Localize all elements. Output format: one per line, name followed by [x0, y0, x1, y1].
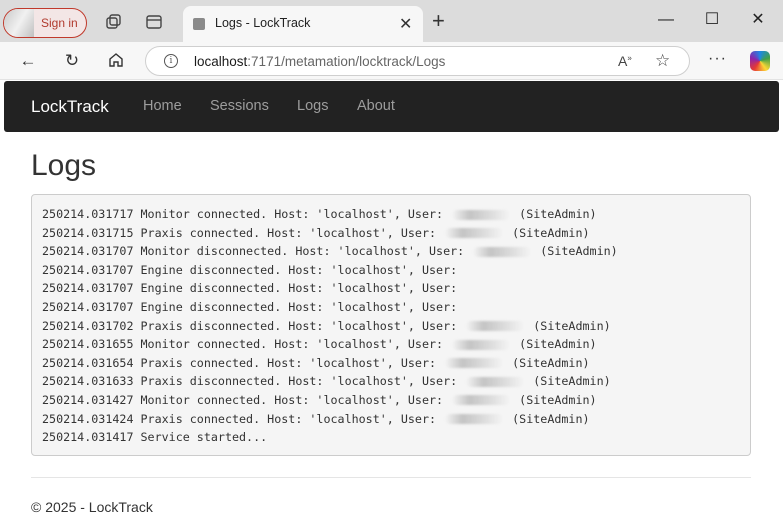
- copilot-icon[interactable]: [750, 51, 770, 71]
- vertical-tabs-icon[interactable]: [145, 13, 163, 31]
- log-line: 250214.031707 Engine disconnected. Host:…: [42, 261, 750, 280]
- window-close-icon[interactable]: ✕: [748, 10, 768, 30]
- redacted-username: [445, 358, 504, 369]
- log-line-role: (SiteAdmin): [512, 392, 597, 407]
- redacted-username: [473, 246, 532, 257]
- redacted-username: [452, 395, 511, 406]
- log-line-role: (SiteAdmin): [512, 337, 597, 352]
- log-line-text: 250214.031707 Engine disconnected. Host:…: [42, 262, 458, 277]
- log-line-text: 250214.031707 Engine disconnected. Host:…: [42, 281, 458, 296]
- redacted-username: [445, 414, 504, 425]
- log-line-role: (SiteAdmin): [526, 374, 611, 389]
- log-line-role: (SiteAdmin): [526, 318, 611, 333]
- tab-title: Logs - LockTrack: [215, 16, 311, 30]
- log-line: 250214.031707 Monitor disconnected. Host…: [42, 242, 750, 261]
- page-content: LockTrack Home Sessions Logs About Logs …: [4, 80, 779, 526]
- footer-divider: [31, 477, 751, 478]
- footer-text: © 2025 - LockTrack: [31, 499, 153, 515]
- minimize-icon[interactable]: —: [656, 10, 676, 30]
- log-line-role: (SiteAdmin): [505, 411, 590, 426]
- address-toolbar: ← ↻ i localhost:7171/metamation/locktrac…: [0, 42, 783, 80]
- log-line-text: 250214.031655 Monitor connected. Host: '…: [42, 337, 451, 352]
- log-line-role: (SiteAdmin): [505, 225, 590, 240]
- log-line-text: 250214.031424 Praxis connected. Host: 'l…: [42, 411, 444, 426]
- log-line-text: 250214.031633 Praxis disconnected. Host:…: [42, 374, 465, 389]
- log-line: 250214.031427 Monitor connected. Host: '…: [42, 391, 750, 410]
- redacted-username: [452, 209, 511, 220]
- log-output: 250214.031717 Monitor connected. Host: '…: [31, 194, 751, 456]
- log-line-text: 250214.031702 Praxis disconnected. Host:…: [42, 318, 465, 333]
- address-input[interactable]: i localhost:7171/metamation/locktrack/Lo…: [145, 46, 690, 76]
- log-line-text: 250214.031707 Monitor disconnected. Host…: [42, 244, 472, 259]
- url-text: localhost:7171/metamation/locktrack/Logs: [194, 54, 445, 69]
- log-line-text: 250214.031417 Service started...: [42, 430, 268, 445]
- back-icon[interactable]: ←: [18, 51, 38, 71]
- site-info-icon[interactable]: i: [164, 54, 178, 68]
- nav-logs[interactable]: Logs: [297, 98, 328, 114]
- redacted-username: [466, 321, 525, 332]
- signin-label: Sign in: [41, 16, 78, 30]
- browser-tab-strip: Sign in Logs - LockTrack ✕ + — ☐ ✕: [0, 0, 783, 42]
- log-line: 250214.031633 Praxis disconnected. Host:…: [42, 372, 750, 391]
- log-line: 250214.031707 Engine disconnected. Host:…: [42, 279, 750, 298]
- nav-about[interactable]: About: [357, 98, 395, 114]
- log-line-role: (SiteAdmin): [512, 207, 597, 221]
- log-line: 250214.031717 Monitor connected. Host: '…: [42, 205, 750, 224]
- site-navbar: LockTrack Home Sessions Logs About: [4, 81, 779, 132]
- log-line-role: (SiteAdmin): [505, 355, 590, 370]
- home-icon[interactable]: [106, 51, 126, 71]
- page-title: Logs: [31, 149, 97, 182]
- url-host: localhost: [194, 54, 248, 69]
- log-line: 250214.031655 Monitor connected. Host: '…: [42, 335, 750, 354]
- close-icon[interactable]: ✕: [399, 14, 412, 34]
- log-line: 250214.031417 Service started...: [42, 428, 750, 447]
- more-icon[interactable]: ···: [708, 50, 727, 68]
- new-tab-icon[interactable]: +: [432, 10, 445, 32]
- log-line: 250214.031702 Praxis disconnected. Host:…: [42, 317, 750, 336]
- log-line: 250214.031654 Praxis connected. Host: 'l…: [42, 354, 750, 373]
- log-line: 250214.031707 Engine disconnected. Host:…: [42, 298, 750, 317]
- favorite-star-icon[interactable]: ☆: [655, 51, 670, 71]
- log-line-text: 250214.031717 Monitor connected. Host: '…: [42, 207, 451, 221]
- workspaces-icon[interactable]: [104, 13, 122, 31]
- maximize-icon[interactable]: ☐: [702, 10, 722, 30]
- log-line-text: 250214.031715 Praxis connected. Host: 'l…: [42, 225, 444, 240]
- log-line-text: 250214.031427 Monitor connected. Host: '…: [42, 392, 451, 407]
- log-line-role: (SiteAdmin): [533, 244, 618, 259]
- profile-signin-button[interactable]: Sign in: [3, 8, 87, 38]
- refresh-icon[interactable]: ↻: [62, 51, 82, 71]
- redacted-username: [445, 228, 504, 239]
- nav-home[interactable]: Home: [143, 98, 182, 114]
- brand-link[interactable]: LockTrack: [31, 97, 109, 117]
- tab-favicon: [193, 18, 205, 30]
- log-line-text: 250214.031707 Engine disconnected. Host:…: [42, 299, 458, 314]
- redacted-username: [452, 339, 511, 350]
- nav-sessions[interactable]: Sessions: [210, 98, 269, 114]
- redacted-username: [466, 376, 525, 387]
- tab-logs[interactable]: Logs - LockTrack ✕: [183, 6, 423, 42]
- log-line-text: 250214.031654 Praxis connected. Host: 'l…: [42, 355, 444, 370]
- read-aloud-icon[interactable]: A»: [618, 53, 632, 69]
- avatar: [4, 9, 34, 37]
- log-line: 250214.031424 Praxis connected. Host: 'l…: [42, 410, 750, 429]
- log-line: 250214.031715 Praxis connected. Host: 'l…: [42, 224, 750, 243]
- url-path: :7171/metamation/locktrack/Logs: [247, 54, 446, 69]
